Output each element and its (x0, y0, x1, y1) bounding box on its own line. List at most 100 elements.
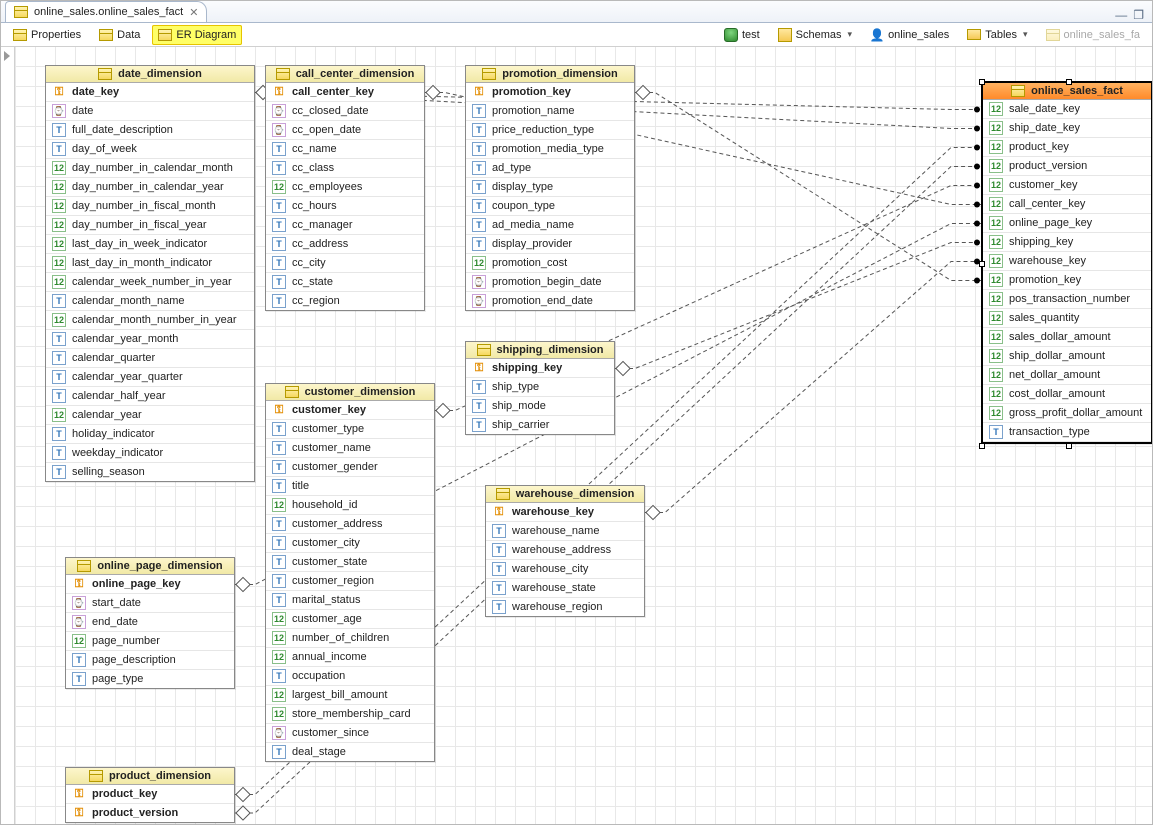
column-row[interactable]: Twarehouse_address (486, 541, 644, 560)
column-row[interactable]: Twarehouse_region (486, 598, 644, 616)
entity-warehouse_dimension[interactable]: warehouse_dimension⚿warehouse_keyTwareho… (485, 485, 645, 617)
entity-header[interactable]: warehouse_dimension (486, 486, 644, 503)
column-row[interactable]: ⌚promotion_begin_date (466, 273, 634, 292)
column-row[interactable]: 12sales_dollar_amount (983, 328, 1151, 347)
column-row[interactable]: Toccupation (266, 667, 434, 686)
column-row[interactable]: 12ship_date_key (983, 119, 1151, 138)
column-row[interactable]: Tdisplay_provider (466, 235, 634, 254)
column-row[interactable]: 12last_day_in_week_indicator (46, 235, 254, 254)
entity-header[interactable]: shipping_dimension (466, 342, 614, 359)
column-row[interactable]: 12pos_transaction_number (983, 290, 1151, 309)
column-row[interactable]: Tweekday_indicator (46, 444, 254, 463)
column-row[interactable]: Ttitle (266, 477, 434, 496)
entity-header[interactable]: online_page_dimension (66, 558, 234, 575)
selection-handle[interactable] (979, 443, 985, 449)
entity-online_sales_fact[interactable]: online_sales_fact12sale_date_key12ship_d… (981, 81, 1152, 444)
column-row[interactable]: Tcalendar_half_year (46, 387, 254, 406)
column-row[interactable]: Tcustomer_region (266, 572, 434, 591)
entity-shipping_dimension[interactable]: shipping_dimension⚿shipping_keyTship_typ… (465, 341, 615, 435)
column-row[interactable]: 12last_day_in_month_indicator (46, 254, 254, 273)
column-row[interactable]: ⚿customer_key (266, 401, 434, 420)
selection-handle[interactable] (979, 79, 985, 85)
palette-gutter[interactable] (1, 47, 15, 824)
entity-promotion_dimension[interactable]: promotion_dimension⚿promotion_key Tpromot… (465, 65, 635, 311)
column-row[interactable]: Tcc_class (266, 159, 424, 178)
column-row[interactable]: ⌚start_date (66, 594, 234, 613)
column-row[interactable]: ⌚customer_since (266, 724, 434, 743)
entity-header[interactable]: customer_dimension (266, 384, 434, 401)
column-row[interactable]: Tcc_hours (266, 197, 424, 216)
column-row[interactable]: 12day_number_in_fiscal_year (46, 216, 254, 235)
column-row[interactable]: Twarehouse_city (486, 560, 644, 579)
column-row[interactable]: 12page_number (66, 632, 234, 651)
column-row[interactable]: 12call_center_key (983, 195, 1151, 214)
column-row[interactable]: Twarehouse_name (486, 522, 644, 541)
column-row[interactable]: 12cost_dollar_amount (983, 385, 1151, 404)
column-row[interactable]: 12calendar_week_number_in_year (46, 273, 254, 292)
tab-data[interactable]: Data (93, 25, 146, 45)
column-row[interactable]: Tcc_address (266, 235, 424, 254)
column-row[interactable]: 12household_id (266, 496, 434, 515)
column-row[interactable]: 12warehouse_key (983, 252, 1151, 271)
column-row[interactable]: ⚿online_page_key (66, 575, 234, 594)
column-row[interactable]: Tmarital_status (266, 591, 434, 610)
column-row[interactable]: 12day_number_in_calendar_month (46, 159, 254, 178)
column-row[interactable]: Tship_carrier (466, 416, 614, 434)
column-row[interactable]: 12gross_profit_dollar_amount (983, 404, 1151, 423)
column-row[interactable]: 12ship_dollar_amount (983, 347, 1151, 366)
restore-icon[interactable]: ❐ (1133, 8, 1144, 22)
column-row[interactable]: ⌚cc_open_date (266, 121, 424, 140)
column-row[interactable]: Tselling_season (46, 463, 254, 481)
column-row[interactable]: 12day_number_in_calendar_year (46, 178, 254, 197)
column-row[interactable]: Tcustomer_city (266, 534, 434, 553)
column-row[interactable]: Tcustomer_type (266, 420, 434, 439)
entity-header[interactable]: product_dimension (66, 768, 234, 785)
close-tab-icon[interactable]: ✕ (189, 6, 198, 19)
file-tab[interactable]: online_sales.online_sales_fact ✕ (5, 1, 207, 22)
column-row[interactable]: 12product_key (983, 138, 1151, 157)
column-row[interactable]: Tcalendar_quarter (46, 349, 254, 368)
selection-handle[interactable] (979, 261, 985, 267)
column-row[interactable]: 12product_version (983, 157, 1151, 176)
column-row[interactable]: ⌚promotion_end_date (466, 292, 634, 310)
minimize-icon[interactable]: — (1115, 8, 1127, 22)
column-row[interactable]: ⚿promotion_key (466, 83, 634, 102)
entity-header[interactable]: promotion_dimension (466, 66, 634, 83)
column-row[interactable]: 12online_page_key (983, 214, 1151, 233)
column-row[interactable]: Tfull_date_description (46, 121, 254, 140)
column-row[interactable]: ⚿call_center_key (266, 83, 424, 102)
bc-schema[interactable]: 👤 online_sales (864, 25, 955, 45)
selection-handle[interactable] (1066, 443, 1072, 449)
column-row[interactable]: Tcustomer_gender (266, 458, 434, 477)
column-row[interactable]: Tcc_state (266, 273, 424, 292)
selection-handle[interactable] (1066, 79, 1072, 85)
entity-header[interactable]: online_sales_fact (983, 83, 1151, 100)
er-canvas[interactable]: date_dimension⚿date_key⌚dateTfull_date_d… (15, 47, 1152, 824)
entity-customer_dimension[interactable]: customer_dimension⚿customer_keyTcustomer… (265, 383, 435, 762)
column-row[interactable]: ⌚date (46, 102, 254, 121)
column-row[interactable]: Tholiday_indicator (46, 425, 254, 444)
entity-header[interactable]: call_center_dimension (266, 66, 424, 83)
bc-table[interactable]: online_sales_fa (1040, 25, 1146, 45)
column-row[interactable]: 12calendar_year (46, 406, 254, 425)
column-row[interactable]: 12largest_bill_amount (266, 686, 434, 705)
column-row[interactable]: 12calendar_month_number_in_year (46, 311, 254, 330)
column-row[interactable]: Tcalendar_year_month (46, 330, 254, 349)
entity-call_center_dimension[interactable]: call_center_dimension⚿call_center_key ⌚cc… (265, 65, 425, 311)
column-row[interactable]: 12store_membership_card (266, 705, 434, 724)
column-row[interactable]: Tcc_city (266, 254, 424, 273)
entity-online_page_dimension[interactable]: online_page_dimension⚿online_page_key⌚st… (65, 557, 235, 689)
column-row[interactable]: Tcc_name (266, 140, 424, 159)
column-row[interactable]: Ttransaction_type (983, 423, 1151, 442)
column-row[interactable]: Tcoupon_type (466, 197, 634, 216)
bc-schemas[interactable]: Schemas ▾ (772, 25, 858, 45)
column-row[interactable]: Tcc_region (266, 292, 424, 310)
column-row[interactable]: Tpage_type (66, 670, 234, 688)
entity-header[interactable]: date_dimension (46, 66, 254, 83)
column-row[interactable]: 12day_number_in_fiscal_month (46, 197, 254, 216)
column-row[interactable]: Tpromotion_media_type (466, 140, 634, 159)
column-row[interactable]: 12customer_key (983, 176, 1151, 195)
column-row[interactable]: ⚿date_key (46, 83, 254, 102)
column-row[interactable]: Tdeal_stage (266, 743, 434, 761)
column-row[interactable]: 12sale_date_key (983, 100, 1151, 119)
